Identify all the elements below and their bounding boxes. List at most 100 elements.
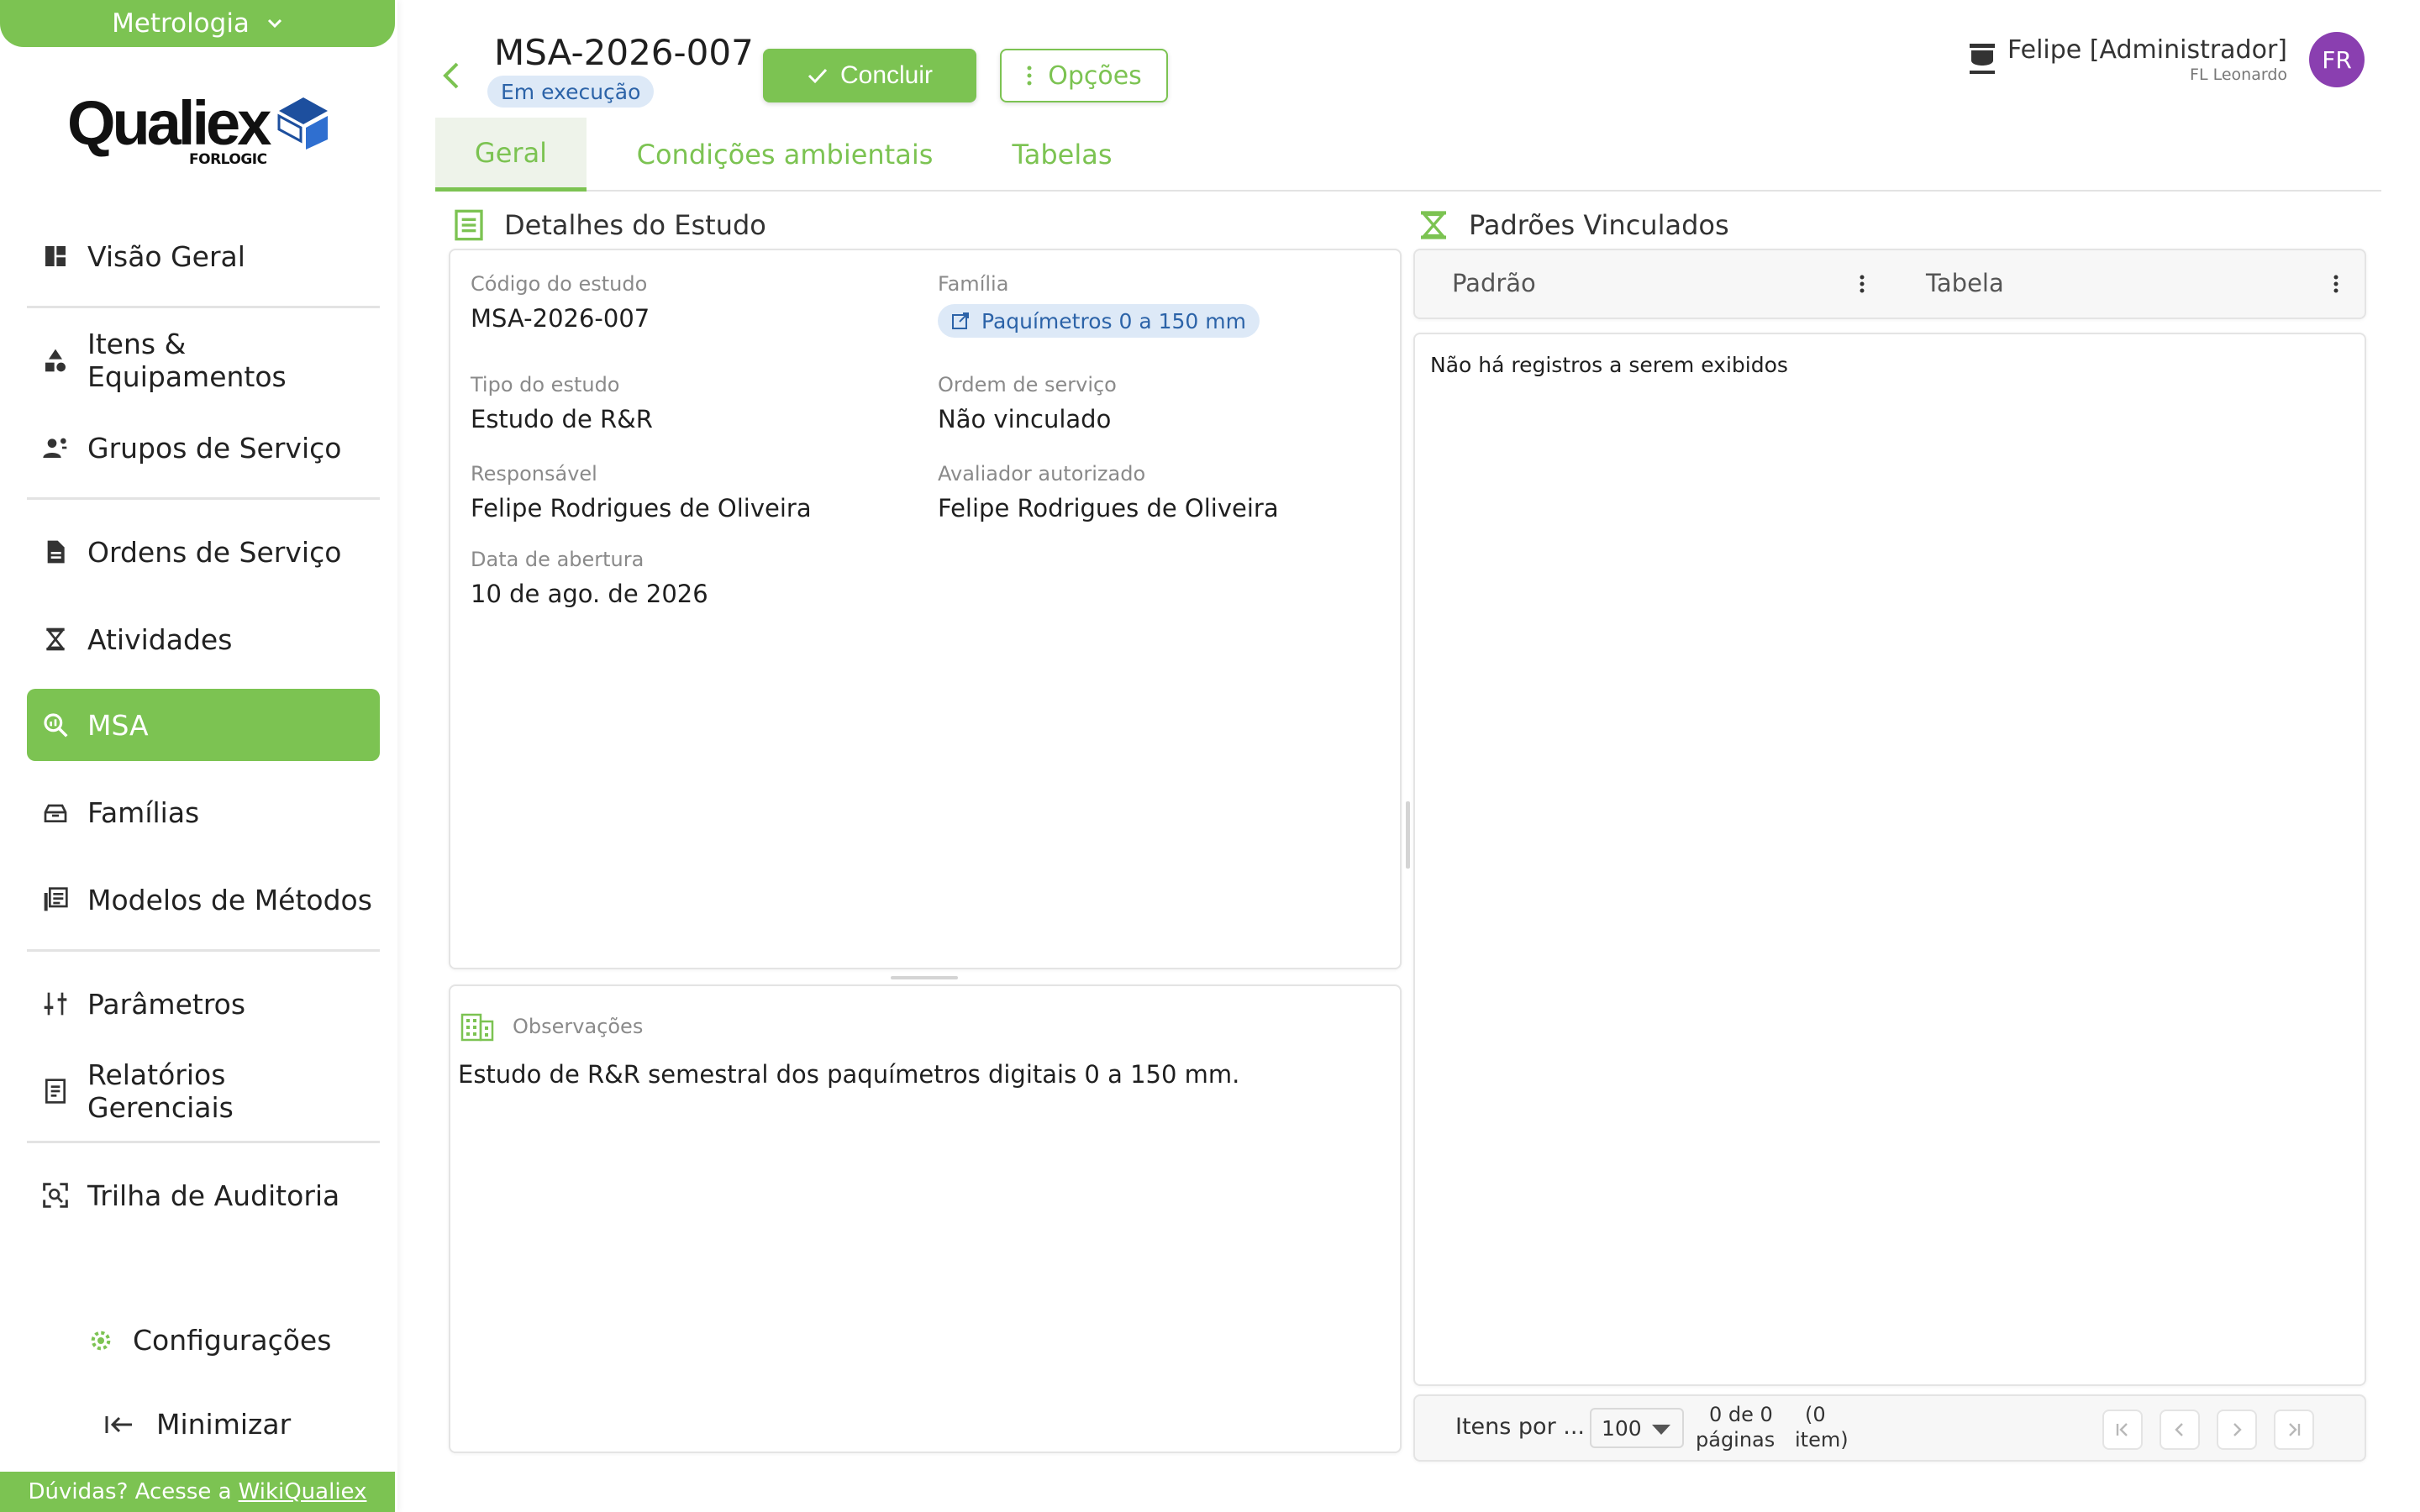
collapse-left-icon [105,1415,132,1433]
options-label: Opções [1048,60,1142,91]
sidebar-item-label: Trilha de Auditoria [87,1179,340,1212]
page-size-select[interactable]: 100 [1590,1408,1684,1448]
library-icon [44,887,68,911]
sidebar-item-label: Grupos de Serviço [87,431,342,465]
sidebar-item-parametros[interactable]: Parâmetros [27,968,380,1040]
nav-divider [27,949,380,952]
group-icon [43,438,67,458]
sidebar-item-label: Ordens de Serviço [87,535,342,569]
coffee-icon[interactable] [1966,40,2000,77]
chevron-left-icon [2175,1423,2183,1436]
back-button[interactable] [437,57,467,94]
user-org: FL Leonardo [2190,66,2287,84]
sidebar-item-itens-equipamentos[interactable]: Itens & Equipamentos [27,324,380,396]
field-ordem: Ordem de serviço Não vinculado [938,373,1117,433]
field-tipo: Tipo do estudo Estudo de R&R [471,373,653,433]
empty-message: Não há registros a serem exibidos [1430,353,1788,377]
help-bar: Dúvidas? Acesse a WikiQualiex [0,1472,395,1512]
previous-page-button[interactable] [2160,1410,2200,1450]
family-chip[interactable]: Paquímetros 0 a 150 mm [938,304,1260,338]
items-per-page-label: Itens por ... [1455,1414,1586,1440]
tab-tabelas[interactable]: Tabelas [986,118,1138,192]
standards-table-header: Padrão Tabela [1413,249,2366,319]
chevron-right-icon [2233,1423,2242,1436]
field-value: Não vinculado [938,405,1112,433]
sidebar-item-label: Relatórios Gerenciais [87,1058,234,1124]
next-page-button[interactable] [2217,1410,2257,1450]
page-count-top: 0 de 0 [1709,1403,1773,1426]
sidebar-item-familias[interactable]: Famílias [27,776,380,848]
sidebar-item-label: Modelos de Métodos [87,883,372,916]
last-page-button[interactable] [2274,1410,2314,1450]
hourglass-icon [1421,211,1446,239]
sidebar-item-label: Itens & Equipamentos [87,328,287,393]
field-value: Estudo de R&R [471,405,653,433]
sidebar-item-grupos-servico[interactable]: Grupos de Serviço [27,412,380,484]
open-external-icon [952,312,969,329]
nav-divider [27,306,380,308]
minimize-label: Minimizar [156,1408,292,1441]
wiki-link[interactable]: WikiQualiex [239,1479,367,1504]
settings-button[interactable]: Configurações [87,1324,331,1357]
first-page-button[interactable] [2102,1410,2143,1450]
column-menu-icon[interactable] [2328,267,2344,301]
audit-icon [43,1183,68,1208]
family-chip-label: Paquímetros 0 a 150 mm [981,308,1246,333]
avatar[interactable]: FR [2309,32,2365,87]
column-header-padrao[interactable]: Padrão [1452,269,1536,297]
sliders-icon [44,992,67,1016]
sidebar-item-msa[interactable]: MSA [27,689,380,761]
box-icon [44,804,67,822]
chevron-down-icon [266,13,283,34]
sidebar-item-trilha-auditoria[interactable]: Trilha de Auditoria [27,1159,380,1231]
module-selector[interactable]: Metrologia [0,0,395,47]
standards-section-title: Padrões Vinculados [1417,208,1729,242]
minimize-button[interactable]: Minimizar [104,1408,291,1441]
page-title: MSA-2026-007 [494,32,754,73]
tab-condicoes-ambientais[interactable]: Condições ambientais [608,118,961,192]
details-list-icon [455,209,483,241]
caret-down-icon [1652,1425,1670,1435]
field-label: Responsável [471,462,597,486]
tab-geral[interactable]: Geral [435,118,587,192]
sidebar-item-label: Visão Geral [87,239,245,273]
help-text: Dúvidas? Acesse a [28,1479,232,1504]
nav-divider [27,497,380,500]
first-page-icon [2116,1423,2128,1436]
settings-label: Configurações [133,1324,332,1357]
sidebar-item-atividades[interactable]: Atividades [27,603,380,675]
sidebar-item-label: Atividades [87,622,233,656]
sidebar-item-visao-geral[interactable]: Visão Geral [27,220,380,292]
logo-sub: FORLOGIC [189,151,267,168]
sidebar-item-relatorios[interactable]: Relatórios Gerenciais [27,1055,380,1127]
document-icon [47,540,65,564]
horizontal-resize-handle[interactable] [891,976,958,979]
column-header-tabela[interactable]: Tabela [1926,269,2004,297]
module-label: Metrologia [112,8,250,39]
last-page-icon [2289,1423,2301,1436]
observations-text: Estudo de R&R semestral dos paquímetros … [458,1060,1240,1089]
item-count-top: (0 [1805,1403,1826,1426]
logo-mark-icon [277,97,328,150]
tab-bar: Geral Condições ambientais Tabelas [435,118,2381,192]
qualiex-logo: Qualiex FORLOGIC [67,87,328,171]
observations-card [449,984,1402,1453]
report-icon [45,1079,66,1104]
field-label: Data de abertura [471,548,644,571]
conclude-button[interactable]: Concluir [763,49,976,102]
more-vertical-icon [1027,66,1032,86]
sidebar-item-modelos-metodos[interactable]: Modelos de Métodos [27,864,380,936]
sidebar-item-label: MSA [87,708,149,742]
status-badge: Em execução [487,76,655,108]
sidebar-item-label: Famílias [87,795,200,829]
nav-divider [27,1141,380,1143]
column-menu-icon[interactable] [1854,267,1870,301]
item-count-bottom: item) [1795,1428,1849,1452]
sidebar-item-label: Parâmetros [87,987,246,1021]
sidebar-item-ordens-servico[interactable]: Ordens de Serviço [27,516,380,588]
shapes-icon [45,349,66,372]
field-familia: Família Paquímetros 0 a 150 mm [938,272,1260,338]
vertical-resize-handle[interactable] [1406,801,1410,869]
options-button[interactable]: Opções [1000,49,1168,102]
field-value: Felipe Rodrigues de Oliveira [471,494,812,522]
